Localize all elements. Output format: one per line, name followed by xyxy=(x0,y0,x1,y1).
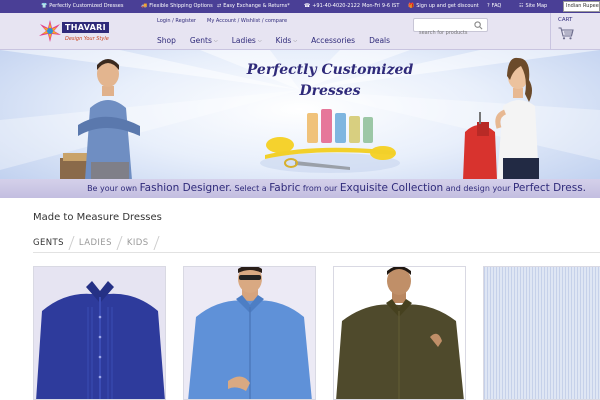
banner-woman-figure xyxy=(463,57,539,180)
tab-ladies[interactable]: LADIES xyxy=(79,238,112,248)
logo-tagline: Design Your Style xyxy=(65,36,109,42)
login-link[interactable]: Login xyxy=(157,18,171,24)
topbar-item-customized: 👕 Perfectly Customized Dresses xyxy=(41,3,124,9)
topbar-item-phone: ☎ +91-40-4020-2122 Mon-Fri 9-6 IST xyxy=(304,3,400,9)
logo[interactable]: THAVARI Design Your Style xyxy=(38,19,110,47)
shirt-icon: 👕 xyxy=(41,3,48,9)
nav-ladies[interactable]: Ladies ⌵ xyxy=(232,36,262,45)
nav-shop[interactable]: Shop xyxy=(157,36,176,45)
nav-accessories[interactable]: Accessories xyxy=(311,36,355,45)
topbar-item-shipping: 🚚 Flexible Shipping Options xyxy=(141,3,213,9)
category-tabs: GENTS LADIES KIDS xyxy=(33,236,164,250)
truck-icon: 🚚 xyxy=(141,3,148,9)
search-icon[interactable] xyxy=(474,21,483,30)
product-card[interactable] xyxy=(333,266,466,400)
nav-gents[interactable]: Gents ⌵ xyxy=(190,36,218,45)
register-link[interactable]: Register xyxy=(175,18,196,24)
main-nav: Shop Gents ⌵ Ladies ⌵ Kids ⌵ Accessories De… xyxy=(157,36,404,45)
sitemap-icon: ☷ xyxy=(519,3,524,9)
product-image-navy-shirt[interactable] xyxy=(34,267,166,400)
tab-divider xyxy=(116,236,123,250)
chevron-down-icon: ⌵ xyxy=(213,37,218,44)
product-card[interactable] xyxy=(183,266,316,400)
auth-links: Login / Register xyxy=(157,18,196,24)
phone-icon: ☎ xyxy=(304,3,311,9)
nav-deals[interactable]: Deals xyxy=(369,36,390,45)
exchange-icon: ⇄ xyxy=(217,3,222,9)
tabs-underline xyxy=(33,252,600,253)
product-card[interactable] xyxy=(483,266,600,400)
topbar-item-exchange: ⇄ Easy Exchange & Returns* xyxy=(217,3,290,9)
cart-label[interactable]: CART xyxy=(558,17,572,23)
nav-kids[interactable]: Kids ⌵ xyxy=(276,36,297,45)
logo-star-icon xyxy=(39,20,61,42)
banner-man-figure xyxy=(60,59,140,180)
tab-kids[interactable]: KIDS xyxy=(127,238,149,248)
chevron-down-icon: ⌵ xyxy=(293,37,298,44)
hero-banner[interactable]: Perfectly Customized Dresses Be your own… xyxy=(0,50,600,198)
help-icon: ? xyxy=(487,3,490,9)
currency-select[interactable]: Indian Rupee xyxy=(563,1,600,12)
topbar-item-signup[interactable]: 🎁 Sign up and get discount xyxy=(408,3,479,9)
tab-divider xyxy=(68,236,75,250)
cart-icon[interactable] xyxy=(558,27,574,40)
search-input[interactable] xyxy=(414,27,474,39)
logo-brand-text: THAVARI xyxy=(62,22,109,33)
product-image-olive-shirt[interactable] xyxy=(334,267,466,400)
search-box xyxy=(413,18,488,39)
tab-divider xyxy=(152,236,160,250)
banner-title: Perfectly Customized Dresses xyxy=(246,62,414,99)
cart[interactable]: CART xyxy=(550,13,600,50)
product-image-light-blue-shirt[interactable] xyxy=(184,267,316,400)
gift-icon: 🎁 xyxy=(408,3,415,9)
product-card[interactable] xyxy=(33,266,166,400)
sewing-supplies-image xyxy=(260,109,400,173)
tab-gents[interactable]: GENTS xyxy=(33,238,64,248)
topbar-item-faq[interactable]: ? FAQ xyxy=(487,3,501,9)
product-image-striped-fabric[interactable] xyxy=(484,267,600,400)
banner-tagline: Be your own Fashion Designer. Select a F… xyxy=(0,179,600,198)
section-title: Made to Measure Dresses xyxy=(33,212,162,223)
account-links[interactable]: My Account / Wishlist / compare xyxy=(207,18,287,24)
site-header: THAVARI Design Your Style Login / Regist… xyxy=(0,13,600,50)
topbar-item-sitemap[interactable]: ☷ Site Map xyxy=(519,3,547,9)
chevron-down-icon: ⌵ xyxy=(257,37,262,44)
top-info-bar: 👕 Perfectly Customized Dresses 🚚 Flexibl… xyxy=(0,0,600,13)
